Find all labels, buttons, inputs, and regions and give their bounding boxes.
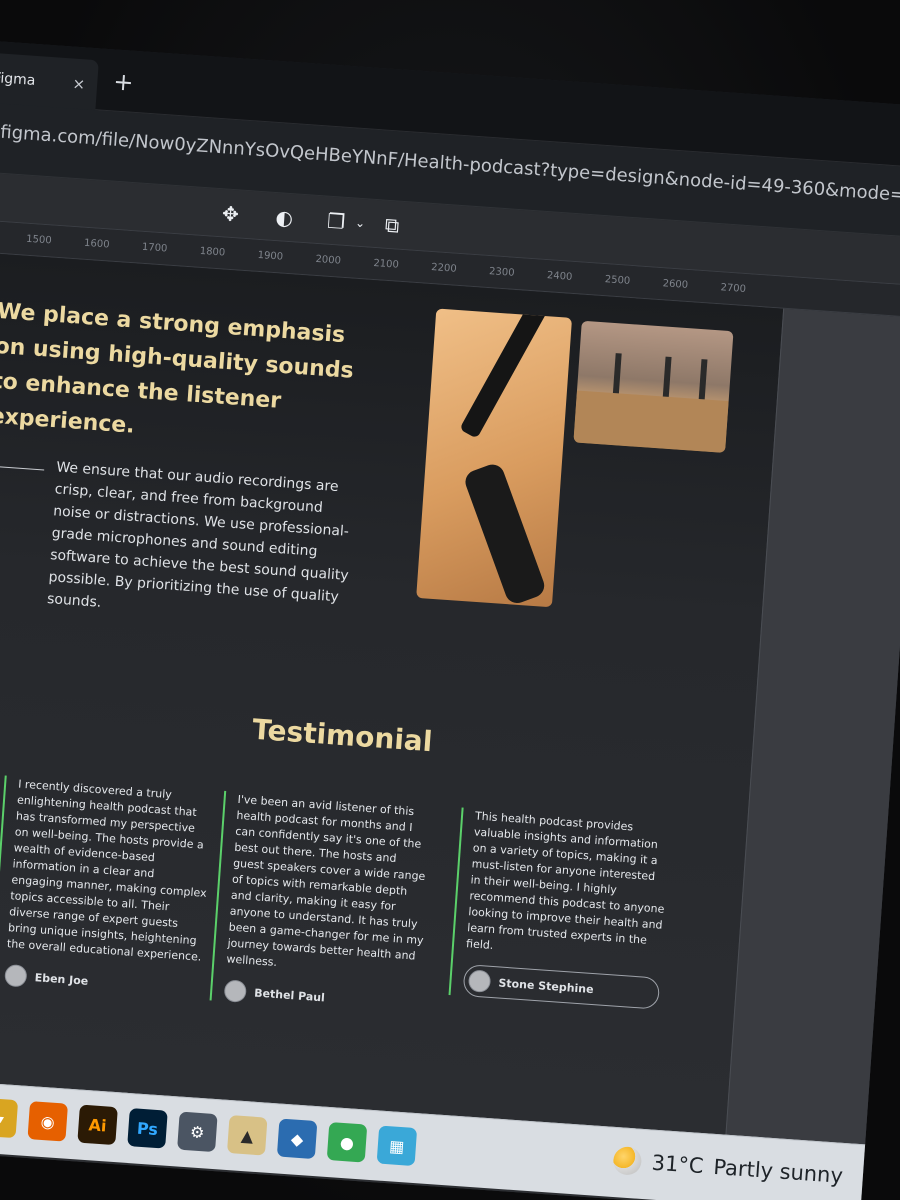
avatar	[4, 964, 28, 988]
studio-mic	[698, 359, 708, 400]
ruler-tick: 1800	[199, 245, 226, 259]
studio-photo[interactable]	[573, 320, 734, 453]
chevron-down-icon[interactable]: ⌄	[347, 210, 373, 236]
ruler-tick: 2500	[604, 274, 631, 287]
new-tab-button[interactable]: +	[112, 67, 134, 96]
testimonial-text: I recently discovered a truly enlighteni…	[6, 777, 208, 964]
design-frame[interactable]: We place a strong emphasis on using high…	[0, 251, 784, 1200]
photos-icon[interactable]: ▦	[376, 1125, 418, 1167]
microphone-arm	[459, 308, 550, 439]
ruler-tick: 1900	[257, 249, 284, 263]
testimonial-title: Testimonial	[251, 712, 434, 759]
testimonial-card[interactable]: I've been an avid listener of this healt…	[209, 790, 434, 1016]
vpn-icon[interactable]: ▲	[226, 1115, 268, 1156]
ruler-tick: 2000	[315, 253, 342, 267]
studio-mic	[612, 353, 622, 394]
studio-desk	[573, 390, 729, 453]
ruler-tick: 2700	[720, 282, 747, 296]
paragraph-divider	[0, 466, 45, 471]
tab-figma[interactable]: Figma ×	[0, 51, 99, 111]
ruler-tick: 1500	[25, 233, 52, 247]
components-icon[interactable]: ✥	[218, 201, 244, 227]
ruler-tick: 2600	[662, 278, 689, 291]
testimonial-card[interactable]: This health podcast provides valuable in…	[448, 807, 672, 1010]
close-tab-button[interactable]: ×	[72, 75, 86, 94]
testimonial-text: This health podcast provides valuable in…	[465, 809, 665, 952]
temperature: 31°C	[650, 1150, 705, 1179]
reviewer: Bethel Paul	[223, 979, 421, 1015]
reviewer-name: Eben Joe	[34, 970, 89, 988]
avatar	[467, 969, 492, 993]
settings-icon[interactable]: ⚙	[177, 1111, 218, 1153]
microphone-photo[interactable]	[416, 308, 573, 608]
firefox-icon[interactable]: ◉	[27, 1101, 69, 1142]
avatar	[223, 979, 248, 1003]
photoshop-icon[interactable]: Ps	[127, 1108, 168, 1149]
file-explorer-icon[interactable]: ▰	[0, 1097, 19, 1139]
design-canvas[interactable]: We place a strong emphasis on using high…	[0, 251, 900, 1200]
studio-mic	[662, 356, 672, 397]
testimonial-card[interactable]: I recently discovered a truly enlighteni…	[0, 775, 215, 1000]
reviewer: Stone Stephine	[462, 964, 661, 1010]
photo-frame: Figma × + w.figma.com/file/Now0yZNnnYsOv…	[0, 0, 900, 1200]
illustrator-icon[interactable]: Ai	[77, 1104, 118, 1146]
reviewer: Eben Joe	[4, 964, 201, 1000]
section-paragraph: We ensure that our audio recordings are …	[46, 459, 350, 611]
monitor-screen: Figma × + w.figma.com/file/Now0yZNnnYsOv…	[0, 40, 900, 1200]
chrome-icon[interactable]: ●	[326, 1122, 368, 1163]
ruler-tick: 1700	[141, 241, 168, 255]
ruler-tick: 2300	[488, 266, 515, 279]
ruler-tick: 1600	[83, 237, 110, 251]
weather-condition: Partly sunny	[712, 1154, 844, 1188]
weather-widget[interactable]: 31°C Partly sunny	[612, 1145, 844, 1190]
layers-icon[interactable]: ❐	[323, 208, 349, 234]
copy-icon[interactable]: ⧉	[379, 212, 405, 238]
app-icon[interactable]: ◆	[276, 1118, 318, 1160]
microphone-body	[462, 461, 548, 607]
ruler-tick: 2100	[372, 257, 400, 271]
section-heading: We place a strong emphasis on using high…	[0, 298, 355, 439]
tab-title: Figma	[0, 70, 36, 89]
partly-sunny-icon	[612, 1145, 643, 1176]
testimonial-text: I've been an avid listener of this healt…	[226, 792, 426, 969]
reviewer-name: Stone Stephine	[498, 975, 595, 996]
ruler-tick: 2200	[430, 262, 458, 275]
ruler-tick: 2400	[546, 270, 573, 283]
reviewer-name: Bethel Paul	[253, 985, 326, 1004]
contrast-icon[interactable]: ◐	[272, 205, 298, 231]
